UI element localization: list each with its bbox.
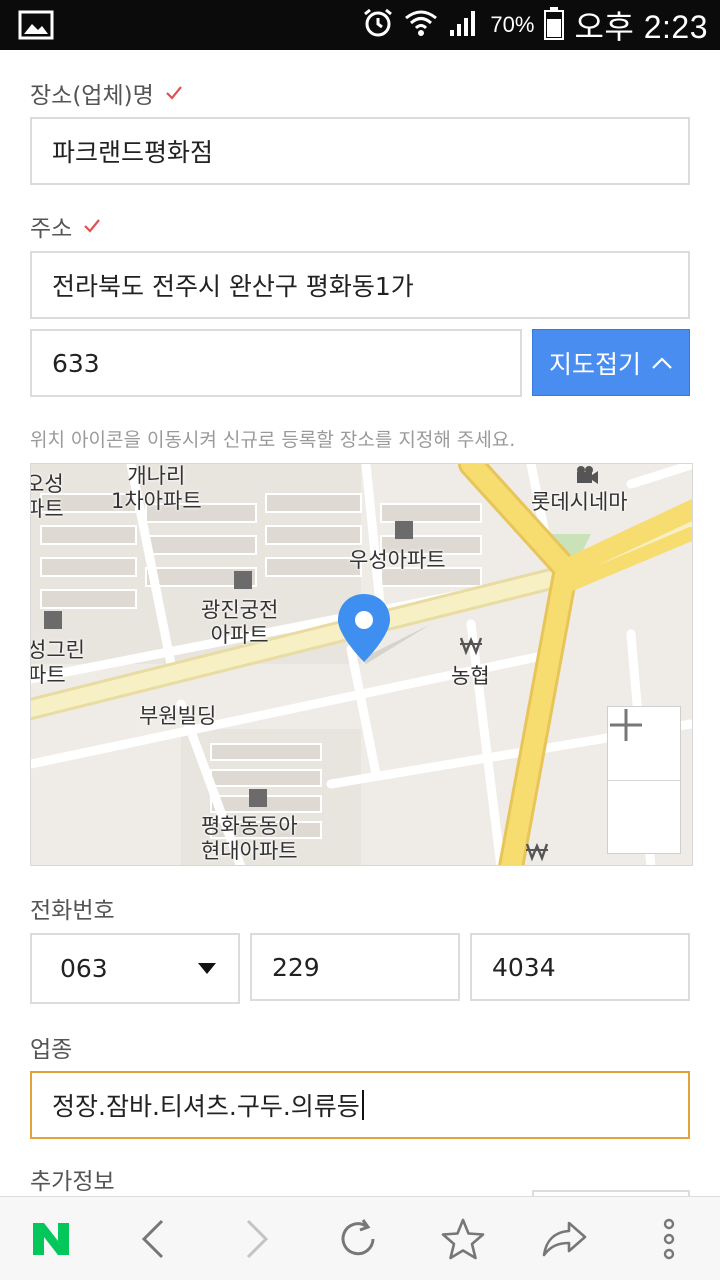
area-code-value: 063 (60, 954, 108, 983)
map-label-seonggreen: 성그린 파트 (30, 638, 85, 688)
cinema-icon (577, 466, 598, 484)
extra-info-label: 추가정보 (30, 1169, 115, 1195)
required-check-icon (165, 86, 182, 100)
map-label-pyeonghwa-apt: 평화동동아 현대아파트 (201, 814, 298, 864)
place-name-label-text: 장소(업체)명 (30, 83, 154, 109)
area-code-select[interactable]: 063 (30, 933, 240, 1004)
naver-logo-icon (33, 1223, 69, 1255)
phone-middle-input[interactable]: 229 (250, 933, 460, 1001)
status-bar: 70% 오후 2:23 (0, 0, 720, 50)
address-value: 전라북도 전주시 완산구 평화동1가 (52, 272, 414, 301)
address-detail-input[interactable]: 633 (30, 329, 522, 397)
map-label-useong-apt: 우성아파트 (349, 548, 446, 572)
gallery-icon (18, 10, 54, 44)
forward-icon (246, 1219, 269, 1259)
dropdown-arrow-icon (198, 963, 216, 974)
refresh-icon (341, 1219, 375, 1256)
more-menu-button[interactable] (629, 1197, 709, 1280)
text-caret (361, 1090, 364, 1120)
address-label-text: 주소 (30, 216, 73, 242)
map-label-lotte-cinema: 롯데시네마 (531, 490, 628, 514)
address-detail-value: 633 (52, 348, 100, 378)
clock: 오후 2:23 (574, 9, 708, 45)
wifi-icon (404, 8, 438, 42)
map-label-gwangjin-apt: 광진궁전 아파트 (201, 598, 279, 648)
signal-icon (448, 8, 480, 42)
place-name-value: 파크랜드평화점 (52, 138, 214, 167)
zoom-out-button[interactable] (608, 723, 680, 853)
map-collapse-button[interactable]: 지도접기 (532, 329, 690, 396)
map-label-buwon-building: 부원빌딩 (139, 704, 217, 728)
bookmark-button[interactable] (423, 1197, 503, 1280)
back-icon (141, 1219, 164, 1259)
business-type-input[interactable]: 정장.잠바.티셔츠.구두.의류등 (30, 1071, 690, 1139)
refresh-button[interactable] (318, 1197, 398, 1280)
address-input[interactable]: 전라북도 전주시 완산구 평화동1가 (30, 251, 690, 319)
map-hint-text: 위치 아이콘을 이동시켜 신규로 등록할 장소를 지정해 주세요. (30, 429, 516, 451)
battery-icon (544, 6, 565, 44)
phone-label: 전화번호 (30, 898, 115, 924)
map-zoom-control (607, 706, 681, 854)
bookmark-star-icon (441, 1218, 485, 1260)
browser-toolbar (0, 1196, 720, 1280)
location-map[interactable]: 개나리1차아파트 오성파트 롯데시네마 우성아파트 광진궁전아파트 성그린파트 … (30, 463, 693, 866)
map-tiles (31, 464, 692, 865)
map-collapse-label: 지도접기 (548, 349, 641, 379)
phone-middle-value: 229 (272, 952, 320, 982)
phone-last-input[interactable]: 4034 (470, 933, 690, 1001)
back-button[interactable] (113, 1197, 193, 1280)
business-type-label: 업종 (30, 1037, 73, 1063)
business-type-value: 정장.잠바.티셔츠.구두.의류등 (52, 1092, 360, 1121)
naver-home-button[interactable] (11, 1197, 91, 1280)
address-label: 주소 (30, 209, 102, 243)
forward-button[interactable] (217, 1197, 297, 1280)
map-label-gaenari: 개나리 1차아파트 (111, 464, 202, 514)
share-icon (542, 1221, 587, 1257)
bank-won-icon (459, 636, 483, 656)
bank-won-icon (525, 842, 549, 862)
phone-last-value: 4034 (492, 952, 556, 982)
chevron-up-icon (652, 356, 672, 369)
map-label-nonghyup: 농협 (451, 664, 490, 688)
battery-percent: 70% (490, 12, 535, 37)
alarm-icon (362, 7, 394, 43)
minus-icon (610, 723, 642, 727)
place-name-input[interactable]: 파크랜드평화점 (30, 117, 690, 185)
place-name-label: 장소(업체)명 (30, 76, 184, 110)
required-check-icon (84, 219, 101, 233)
more-icon (663, 1218, 675, 1260)
map-label-oseong: 오성파트 (31, 472, 64, 522)
share-button[interactable] (525, 1197, 605, 1280)
